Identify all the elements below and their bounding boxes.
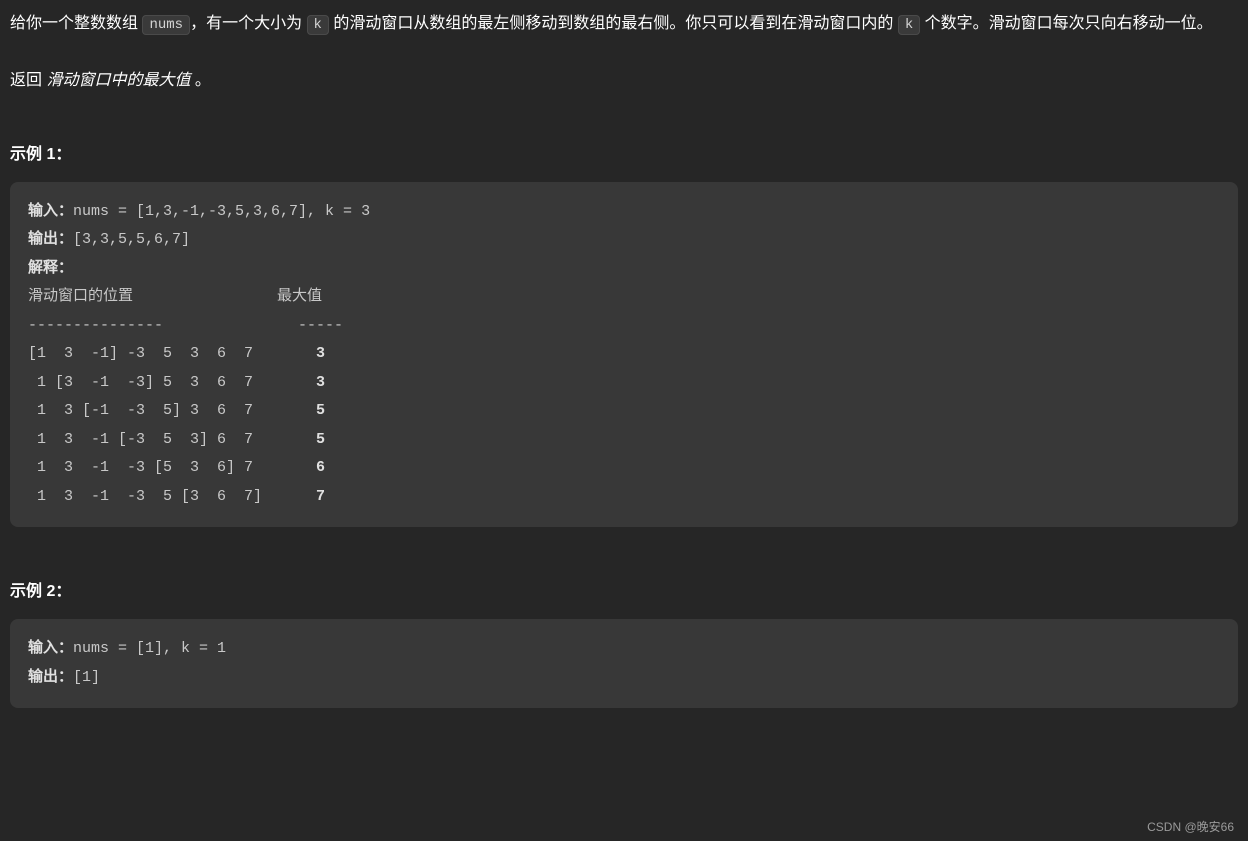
desc-text-1: 给你一个整数数组	[10, 15, 142, 32]
table-max: 5	[316, 402, 325, 419]
table-max: 3	[316, 374, 325, 391]
table-max: 5	[316, 431, 325, 448]
table-row: 1 3 -1 [-3 5 3] 6 7	[28, 431, 316, 448]
desc-text-3: 的滑动窗口从数组的最左侧移动到数组的最右侧。你只可以看到在滑动窗口内的	[329, 15, 898, 32]
output-label-1: 输出：	[28, 231, 73, 248]
example1-title: 示例 1：	[10, 140, 1238, 164]
desc-text-2: ，有一个大小为	[190, 15, 306, 32]
inline-code-nums: nums	[142, 15, 190, 35]
table-max: 3	[316, 345, 325, 362]
problem-description: 给你一个整数数组 nums，有一个大小为 k 的滑动窗口从数组的最左侧移动到数组…	[10, 10, 1238, 38]
desc-text-4: 个数字。滑动窗口每次只向右移动一位。	[920, 15, 1212, 32]
example2-code-block: 输入：nums = [1], k = 1 输出：[1]	[10, 619, 1238, 708]
table-divider: --------------- -----	[28, 317, 343, 334]
inline-code-k2: k	[898, 15, 920, 35]
table-row: 1 3 [-1 -3 5] 3 6 7	[28, 402, 316, 419]
inline-code-k1: k	[307, 15, 329, 35]
return-statement: 返回 滑动窗口中的最大值 。	[10, 66, 1238, 90]
table-row: 1 3 -1 -3 5 [3 6 7]	[28, 488, 316, 505]
table-row: [1 3 -1] -3 5 3 6 7	[28, 345, 316, 362]
return-prefix: 返回	[10, 72, 46, 89]
return-italic: 滑动窗口中的最大值	[46, 72, 194, 89]
input-label-2: 输入：	[28, 640, 73, 657]
table-max: 7	[316, 488, 325, 505]
input-value-2: nums = [1], k = 1	[73, 640, 226, 657]
example1-code-block: 输入：nums = [1,3,-1,-3,5,3,6,7], k = 3 输出：…	[10, 182, 1238, 528]
input-value-1: nums = [1,3,-1,-3,5,3,6,7], k = 3	[73, 203, 370, 220]
table-row: 1 3 -1 -3 [5 3 6] 7	[28, 459, 316, 476]
table-max: 6	[316, 459, 325, 476]
table-header: 滑动窗口的位置 最大值	[28, 288, 322, 305]
output-label-2: 输出：	[28, 669, 73, 686]
watermark: CSDN @晚安66	[1147, 818, 1234, 835]
explain-label: 解释：	[28, 260, 73, 277]
output-value-1: [3,3,5,5,6,7]	[73, 231, 190, 248]
table-row: 1 [3 -1 -3] 5 3 6 7	[28, 374, 316, 391]
example2-title: 示例 2：	[10, 577, 1238, 601]
output-value-2: [1]	[73, 669, 100, 686]
input-label-1: 输入：	[28, 203, 73, 220]
return-suffix: 。	[195, 72, 211, 89]
